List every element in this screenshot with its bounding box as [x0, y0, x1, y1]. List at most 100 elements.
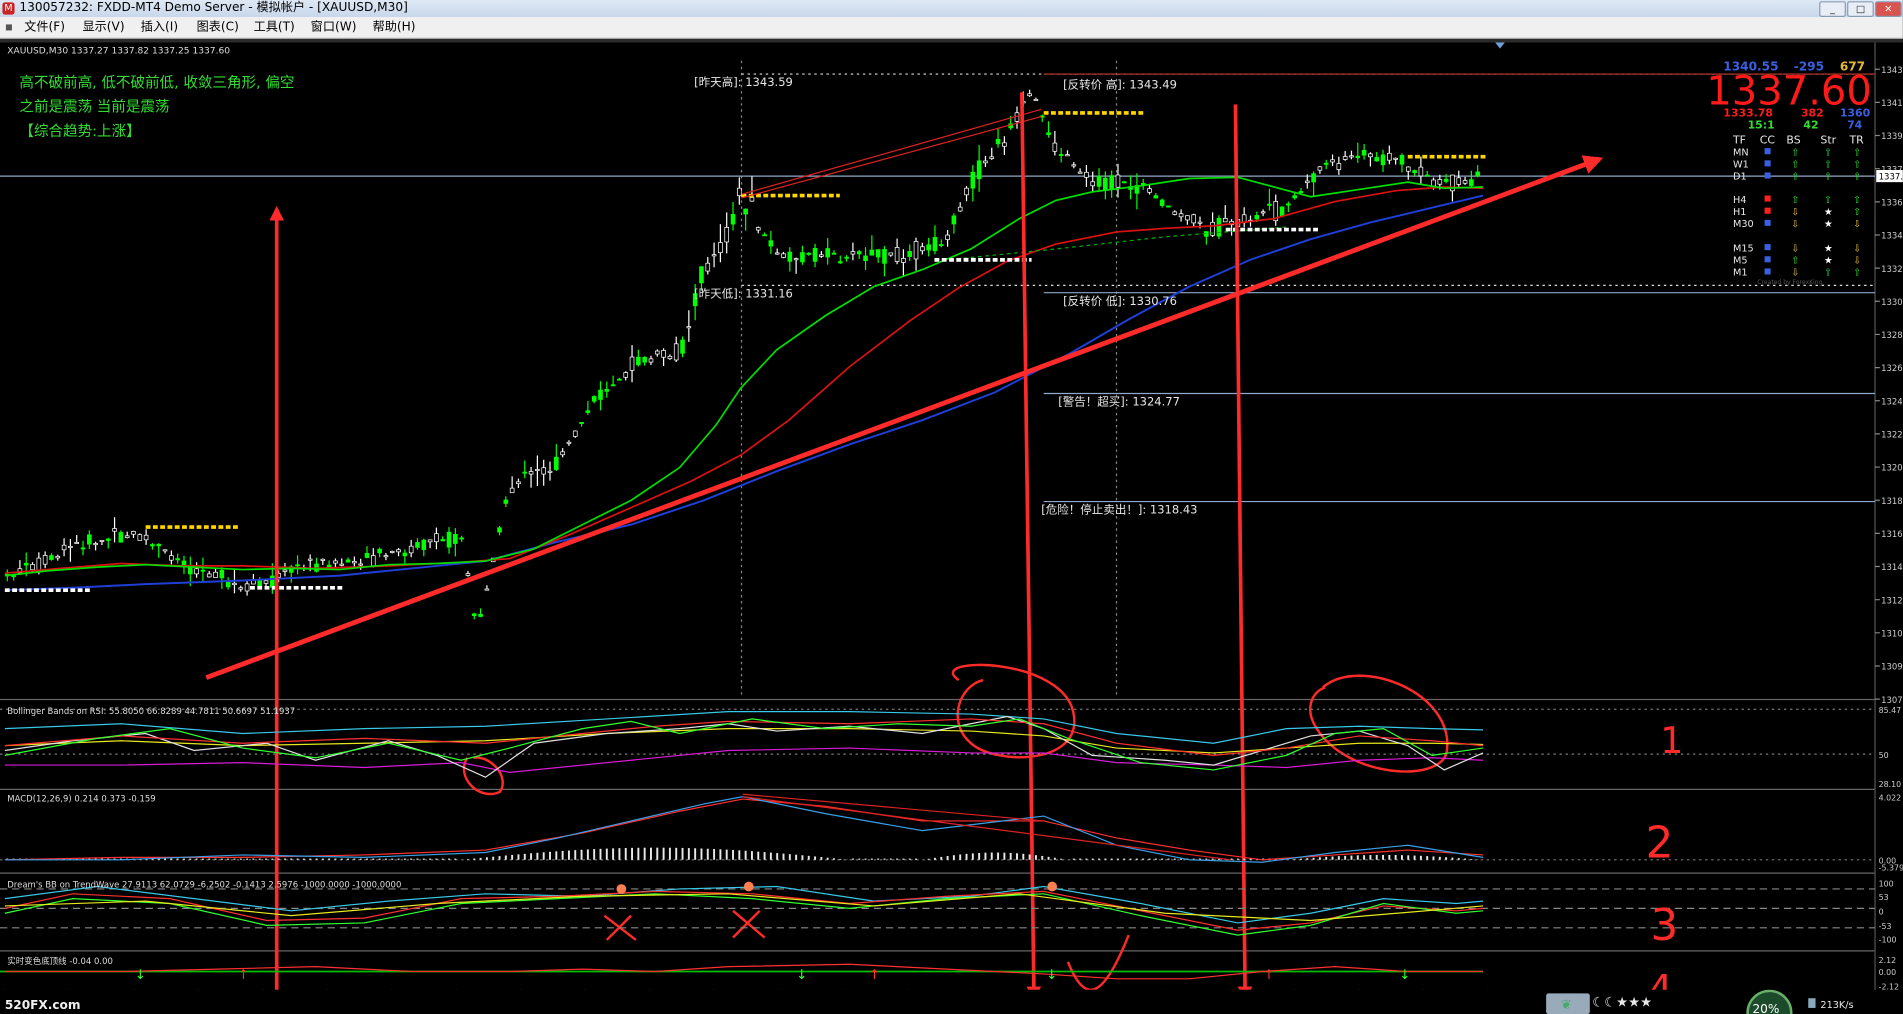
bs-arrow-icon: ⇧ [1791, 195, 1799, 206]
candle-body [667, 355, 673, 360]
candle-body [143, 534, 149, 541]
candle-body [800, 252, 805, 263]
menu-window[interactable]: 窗口(W) [311, 17, 357, 38]
candle-body [1166, 205, 1171, 208]
watermark: 520FX.com [5, 998, 81, 1012]
menu-tools[interactable]: 工具(T) [254, 17, 295, 38]
maximize-button[interactable]: □ [1847, 1, 1874, 18]
menu-file[interactable]: 文件(F) [24, 17, 65, 38]
candle-body [755, 227, 761, 231]
trend-arrow-icon: ⇧ [1853, 160, 1861, 171]
strength-icon: ★ [1824, 219, 1833, 230]
candle-body [1475, 171, 1480, 177]
candle-body [137, 534, 143, 541]
down-signal-icon: ↓ [796, 968, 807, 983]
candle-body [434, 533, 439, 543]
menu-help[interactable]: 帮助(H) [373, 17, 416, 38]
candle-body [118, 532, 124, 543]
candle-body [61, 544, 67, 551]
price-tick: 1312. [1881, 596, 1903, 606]
candle-body [415, 542, 420, 548]
menu-bar: ▪ 文件(F) 显示(V) 插入(I) 图表(C) 工具(T) 窗口(W) 帮助… [0, 17, 1903, 39]
candle-body [547, 470, 553, 473]
candle-body [339, 563, 345, 566]
candle-body [1336, 163, 1342, 170]
candle-body [156, 543, 162, 547]
candle-body [150, 544, 155, 547]
candle-body [718, 242, 723, 254]
price-tick: 1316. [1881, 530, 1903, 540]
price-tick: 1326. [1881, 364, 1903, 374]
close-button[interactable]: ✕ [1875, 1, 1902, 18]
cc-marker [1764, 195, 1771, 202]
candle-body [93, 543, 98, 546]
price-tick: 1320. [1881, 464, 1903, 474]
price-chart[interactable]: ↑↑↑↓↓↓↓ 1343.1341.1339.1337.1336.1334.13… [0, 42, 1903, 1014]
cc-marker [1764, 219, 1771, 226]
candle-body [724, 227, 730, 243]
candle-body [787, 251, 793, 262]
candle-body [459, 537, 464, 540]
candle-body [257, 579, 263, 587]
menu-insert[interactable]: 插入(I) [141, 17, 178, 38]
candle-body [1342, 156, 1348, 160]
candle-body [737, 187, 742, 197]
candle-body [440, 539, 446, 542]
candle-body [1002, 142, 1007, 147]
candle-body [1304, 180, 1310, 184]
candle-body [1096, 175, 1102, 187]
minimize-button[interactable]: _ [1819, 1, 1846, 18]
candle-body [200, 569, 206, 572]
title-bar: M 130057232: FXDD-MT4 Demo Server - 模拟帐户… [0, 0, 1903, 18]
candle-body [1153, 195, 1159, 199]
candle-body [408, 545, 414, 554]
info-row2-val: 382 [1801, 107, 1824, 120]
candle-body [42, 555, 48, 565]
symbol-info: XAUUSD,M30 1337.27 1337.82 1337.25 1337.… [7, 46, 230, 56]
bs-arrow-icon: ⇩ [1791, 243, 1799, 254]
indicator-tick: -53 [1879, 922, 1892, 931]
candle-body [1077, 171, 1083, 174]
menu-view[interactable]: 显示(V) [83, 17, 125, 38]
commentary-line-1: 高不破前高, 低不破前低, 收敛三角形, 偏空 [19, 74, 294, 91]
indicator-label-rsi-bb: Bollinger Bands on RSI: 55.8050 66.8289 … [7, 707, 295, 717]
candle-body [1311, 173, 1316, 183]
cc-marker [1764, 160, 1771, 167]
candle-body [888, 252, 894, 256]
indicator-tick: -100 [1879, 935, 1897, 944]
info-row3-ratio: 15:1 [1748, 119, 1775, 132]
timeframe-label: D1 [1733, 172, 1747, 183]
candle-body [1323, 162, 1329, 165]
bs-arrow-icon: ⇧ [1791, 160, 1799, 171]
candle-body [238, 587, 244, 590]
candle-body [1368, 153, 1373, 158]
commentary-line-2: 之前是震荡 当前是震荡 [19, 99, 169, 116]
candle-body [636, 356, 641, 366]
timeframe-label: H4 [1733, 195, 1746, 206]
candle-body [806, 252, 812, 255]
candle-body [926, 244, 931, 251]
candle-body [1298, 191, 1304, 193]
candle-body [244, 583, 250, 592]
candle-body [1399, 155, 1405, 165]
candle-body [1349, 155, 1354, 158]
down-signal-icon: ↓ [1046, 968, 1057, 983]
candle-body [781, 253, 786, 258]
candle-body [629, 356, 635, 371]
info-row2-price: 1333.78 [1723, 107, 1773, 120]
candle-body [850, 251, 856, 255]
trend-arrow-icon: ⇧ [1853, 172, 1861, 183]
candle-body [219, 569, 225, 579]
menu-charts[interactable]: 图表(C) [197, 17, 239, 38]
candle-body [1027, 93, 1032, 97]
mt4-window: M 130057232: FXDD-MT4 Demo Server - 模拟帐户… [0, 0, 1903, 1014]
candle-body [1437, 179, 1443, 185]
candle-body [427, 539, 433, 543]
candle-body [774, 252, 780, 255]
commentary-line-3: 【综合趋势:上涨】 [19, 123, 140, 140]
level-label-yesterday-low: [昨天低]: 1331.16 [694, 287, 793, 301]
candle-body [99, 539, 105, 542]
candle-body [604, 389, 610, 392]
candle-body [793, 258, 799, 261]
candle-body [957, 206, 963, 212]
